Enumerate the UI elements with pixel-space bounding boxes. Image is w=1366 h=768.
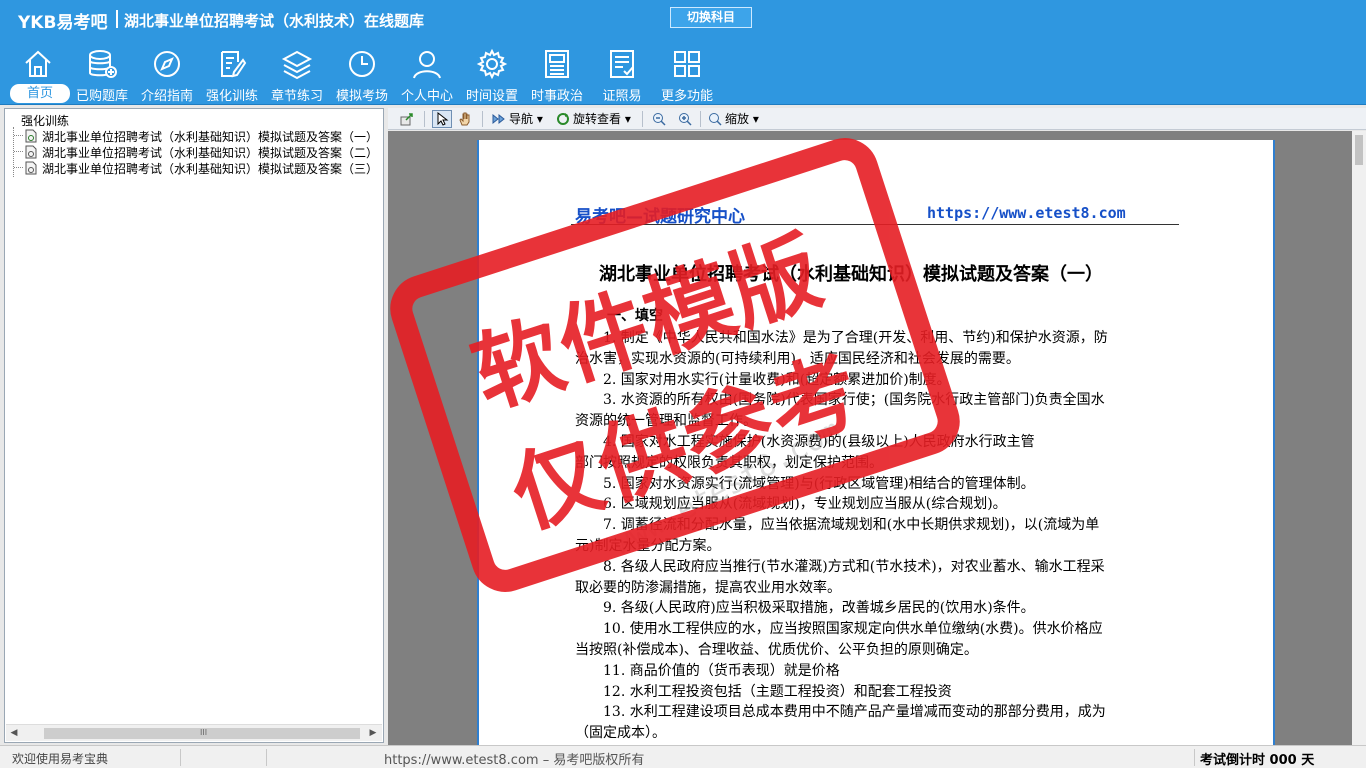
clock-icon <box>349 51 375 77</box>
nav-label: 更多功能 <box>660 89 713 104</box>
checklist-icon <box>610 50 634 78</box>
zoom-in-icon <box>679 113 692 126</box>
nav-label: 个人中心 <box>400 89 453 104</box>
cursor-icon <box>437 112 449 126</box>
scroll-grip: III <box>200 728 208 737</box>
vertical-scrollbar[interactable] <box>1352 131 1366 745</box>
rotate-view-label: 旋转查看 <box>573 112 622 126</box>
title-divider <box>116 10 118 28</box>
select-tool-button[interactable] <box>432 110 452 128</box>
document-url: https://www.etest8.com <box>927 204 1126 222</box>
tree-connector <box>14 151 23 152</box>
layers-icon <box>281 50 313 80</box>
nav-home[interactable]: 首页 <box>6 38 70 105</box>
nav-training[interactable]: 强化训练 <box>200 38 264 105</box>
document-line: 9. 各级(人民政府)应当积极采取措施，改善城乡居民的(饮用水)条件。 <box>603 600 1035 616</box>
document-line: 13. 水利工程建设项目总成本费用中不随产品产量增减而变动的那部分费用，成为 <box>603 704 1106 720</box>
zoom-in-button[interactable] <box>678 110 695 128</box>
horizontal-scrollbar[interactable]: ◀ III ▶ <box>6 724 382 741</box>
toolbar-divider <box>482 111 483 127</box>
nav-time-settings[interactable]: 时间设置 <box>460 38 524 105</box>
database-icon <box>89 50 117 78</box>
export-icon <box>400 113 413 126</box>
scrollbar-thumb[interactable]: III <box>44 728 360 739</box>
toolbar-divider <box>642 111 643 127</box>
toolbar-divider <box>700 111 701 127</box>
rotate-icon <box>557 113 569 125</box>
news-icon <box>545 50 569 78</box>
zoom-out-button[interactable] <box>652 110 669 128</box>
tree-item-label: 湖北事业单位招聘考试（水利基础知识）模拟试题及答案（二） <box>42 146 379 160</box>
switch-subject-button[interactable]: 切换科目 <box>670 7 752 28</box>
tree-item-label: 湖北事业单位招聘考试（水利基础知识）模拟试题及答案（一） <box>42 130 379 144</box>
export-button[interactable] <box>400 110 417 128</box>
document-line: 12. 水利工程投资包括（主题工程投资）和配套工程投资 <box>603 684 952 700</box>
status-welcome: 欢迎使用易考宝典 <box>12 752 109 766</box>
navigation-label: 导航 <box>509 112 534 126</box>
document-line: 取必要的防渗漏措施，提高农业用水效率。 <box>575 580 841 596</box>
app-title: 湖北事业单位招聘考试（水利技术）在线题库 <box>124 12 425 30</box>
status-divider <box>1194 749 1195 766</box>
navigation-icon <box>492 113 505 125</box>
nav-label: 已购题库 <box>75 89 128 104</box>
status-divider <box>266 749 267 766</box>
home-icon <box>25 50 51 77</box>
status-divider <box>180 749 181 766</box>
scrollbar-thumb[interactable] <box>1355 135 1363 165</box>
gear-icon <box>476 48 508 80</box>
viewer-toolbar: 导航 ▾ 旋转查看 ▾ 缩放 ▾ <box>388 108 1366 130</box>
toolbar-divider <box>424 111 425 127</box>
nav-label: 证照易 <box>602 89 642 104</box>
rotate-view-dropdown[interactable]: 旋转查看 ▾ <box>556 110 631 128</box>
document-line: 8. 各级人民政府应当推行(节水灌溉)方式和(节水技术)，对农业蓄水、输水工程采 <box>603 559 1105 575</box>
nav-current-affairs[interactable]: 时事政治 <box>525 38 589 105</box>
tree-item-label: 湖北事业单位招聘考试（水利基础知识）模拟试题及答案（三） <box>42 162 379 176</box>
status-copyright: https://www.etest8.com – 易考吧版权所有 <box>384 753 645 768</box>
nav-profile[interactable]: 个人中心 <box>395 38 459 105</box>
nav-chapter[interactable]: 章节练习 <box>265 38 329 105</box>
document-line: （固定成本）。 <box>575 725 666 741</box>
nav-label: 时间设置 <box>465 89 518 104</box>
hand-tool-button[interactable] <box>458 110 475 128</box>
main-toolbar: 首页 已购题库 介绍指南 强化训练 章节练习 模拟考场 个人中心 时间设置 时事… <box>0 38 1366 105</box>
zoom-dropdown[interactable]: 缩放 ▾ <box>708 110 759 128</box>
nav-purchased[interactable]: 已购题库 <box>70 38 134 105</box>
status-bar: 欢迎使用易考宝典 https://www.etest8.com – 易考吧版权所… <box>0 745 1366 768</box>
document-icon <box>25 161 37 175</box>
nav-label: 模拟考场 <box>335 89 388 104</box>
user-icon <box>413 51 441 79</box>
nav-label: 强化训练 <box>205 89 258 104</box>
document-icon <box>25 129 37 143</box>
document-line: 10. 使用水工程供应的水，应当按照国家规定向供水单位缴纳(水费)。供水价格应 <box>603 621 1103 637</box>
grid-icon <box>674 51 700 77</box>
nav-certificates[interactable]: 证照易 <box>590 38 654 105</box>
nav-more[interactable]: 更多功能 <box>655 38 719 105</box>
navigation-dropdown[interactable]: 导航 ▾ <box>492 110 543 128</box>
edit-icon <box>221 51 247 78</box>
tree-connector <box>14 135 23 136</box>
zoom-label: 缩放 <box>725 112 750 126</box>
nav-label: 时事政治 <box>530 89 583 104</box>
compass-icon <box>154 51 180 77</box>
magnifier-icon <box>709 113 722 126</box>
nav-label: 首页 <box>10 84 70 103</box>
app-logo: YKB易考吧 <box>18 13 108 33</box>
nav-mock-exam[interactable]: 模拟考场 <box>330 38 394 105</box>
tree-root-label[interactable]: 强化训练 <box>21 112 69 129</box>
document-icon <box>25 145 37 159</box>
nav-label: 介绍指南 <box>140 89 193 104</box>
zoom-out-icon <box>653 113 666 126</box>
tree-connector <box>14 167 23 168</box>
document-line: 11. 商品价值的（货币表现）就是价格 <box>603 663 840 679</box>
title-bar: YKB易考吧 湖北事业单位招聘考试（水利技术）在线题库 切换科目 <box>0 0 1366 38</box>
hand-icon <box>459 112 470 126</box>
scroll-right-arrow-icon[interactable]: ▶ <box>368 728 378 738</box>
scroll-left-arrow-icon[interactable]: ◀ <box>9 728 19 738</box>
document-line: 当按照(补偿成本)、合理收益、优质优价、公平负担的原则确定。 <box>575 642 978 658</box>
nav-label: 章节练习 <box>270 89 323 104</box>
chapter-tree-panel: 强化训练 湖北事业单位招聘考试（水利基础知识）模拟试题及答案（一） 湖北事业单位… <box>4 108 384 743</box>
exam-countdown: 考试倒计时 000 天 <box>1200 753 1315 768</box>
nav-guide[interactable]: 介绍指南 <box>135 38 199 105</box>
